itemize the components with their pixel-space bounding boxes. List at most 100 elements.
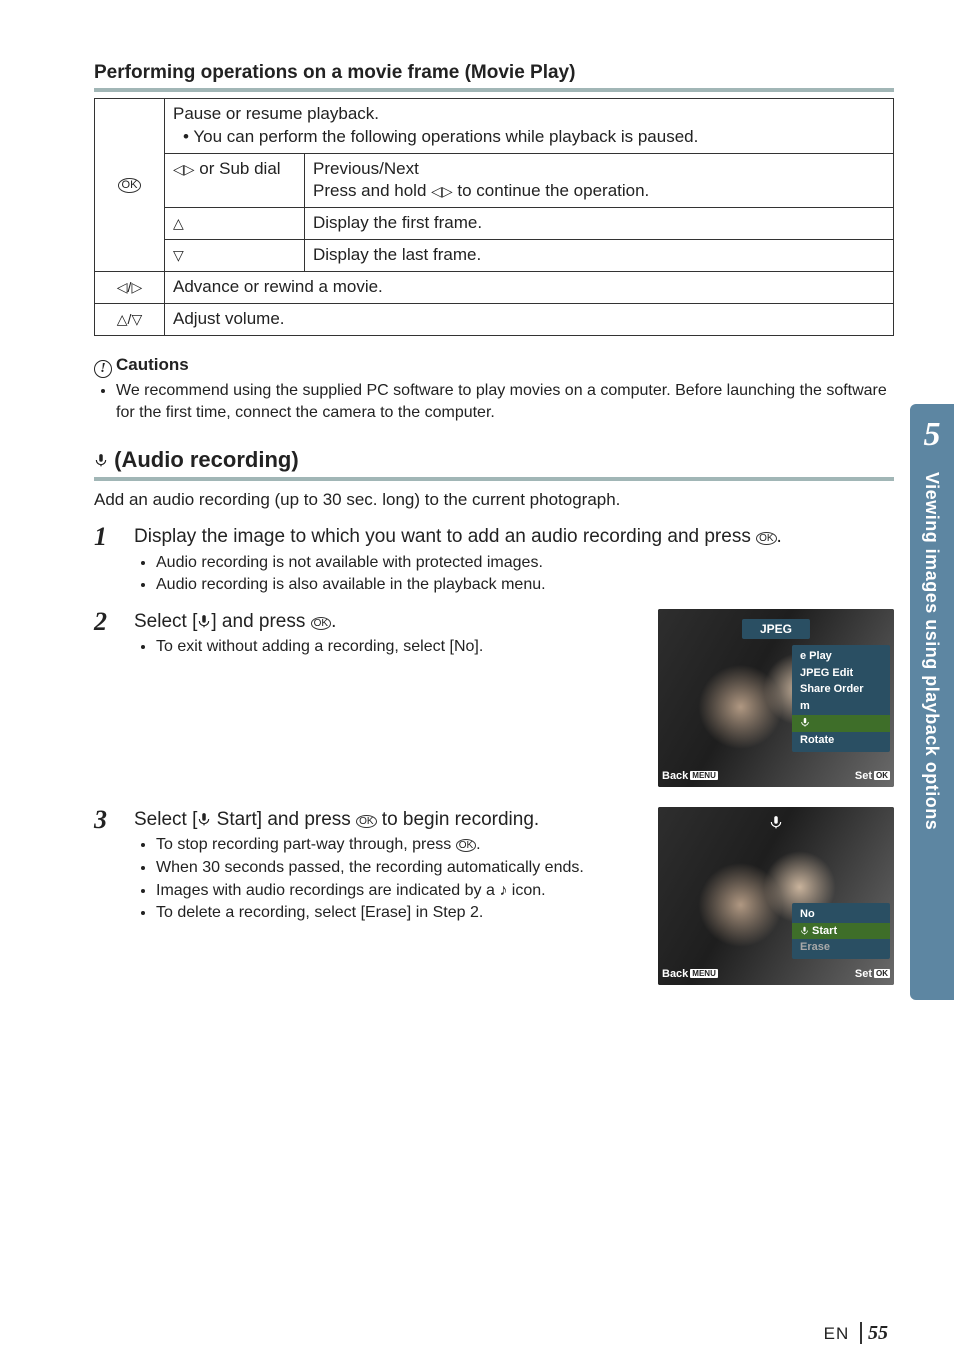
caution-icon: !: [94, 360, 112, 378]
step2-text-a: Select [: [134, 611, 197, 632]
ok-tag-icon: OK: [874, 969, 890, 978]
step-1: 1 Display the image to which you want to…: [94, 524, 894, 597]
page-number: 55: [860, 1322, 888, 1344]
audio-intro: Add an audio recording (up to 30 sec. lo…: [94, 489, 894, 512]
step2-text-b: ] and press: [211, 611, 310, 632]
step3-text-a: Select [: [134, 809, 197, 830]
step3-sub2: When 30 seconds passed, the recording au…: [156, 857, 640, 879]
row-key-ok: OK: [95, 98, 165, 272]
step-2: 2 Select [ ] and press OK. To exit withou…: [94, 609, 894, 787]
page-content: Performing operations on a movie frame (…: [0, 0, 954, 1310]
page-footer: EN 55: [0, 1310, 954, 1367]
up-cell: △: [165, 208, 305, 240]
step3-sub1: To stop recording part-way through, pres…: [156, 834, 640, 856]
screen-back: BackMENU: [662, 967, 718, 982]
screen-set: SetOK: [855, 967, 890, 982]
screenshot-2-col: No Start Erase BackMENU SetOK: [658, 807, 894, 985]
step-sub-list: To exit without adding a recording, sele…: [134, 636, 640, 658]
section-title-audio-recording: (Audio recording): [94, 445, 894, 481]
ok-line1: Pause or resume playback.: [173, 104, 379, 123]
menu-item: Rotate: [792, 732, 890, 749]
screen-set: SetOK: [855, 769, 890, 784]
set-label: Set: [855, 968, 872, 980]
step-body: Select [ Start] and press OK to begin re…: [134, 807, 640, 925]
left-right-triangle-icon: ◁▷: [431, 183, 453, 199]
step-number: 2: [94, 609, 116, 635]
step2-sub1: To exit without adding a recording, sele…: [156, 636, 640, 658]
subdial-desc-l2b: to continue the operation.: [453, 181, 650, 200]
left-right-slash-icon: ◁/▷: [117, 279, 142, 295]
step-sub-list: Audio recording is not available with pr…: [134, 552, 894, 596]
step1-text-a: Display the image to which you want to a…: [134, 526, 756, 547]
subdial-desc-l2a: Press and hold: [313, 181, 431, 200]
menu-item: No: [792, 906, 890, 923]
menu-item: e Play: [792, 648, 890, 665]
back-label: Back: [662, 968, 688, 980]
mic-icon: [197, 614, 211, 628]
ok-button-icon: OK: [118, 178, 142, 193]
screen-title: JPEG: [742, 619, 810, 639]
up-triangle-icon: △: [173, 215, 184, 231]
chapter-side-tab: 5 Viewing images using playback options: [910, 404, 954, 1000]
menu-item: m: [792, 698, 890, 715]
ok-button-icon: OK: [311, 617, 331, 630]
step1-text-b: .: [777, 526, 782, 547]
mic-icon: [800, 926, 809, 935]
menu-item-highlight: Start: [792, 923, 890, 940]
screen-title-icon: [769, 815, 783, 834]
set-label: Set: [855, 770, 872, 782]
step1-sub1: Audio recording is not available with pr…: [156, 552, 894, 574]
caution-item: We recommend using the supplied PC softw…: [116, 380, 894, 423]
cautions-heading: !Cautions: [94, 354, 894, 378]
cautions-list: We recommend using the supplied PC softw…: [94, 380, 894, 423]
step-body: Select [ ] and press OK. To exit without …: [134, 609, 640, 659]
step2-text-c: .: [331, 611, 336, 632]
left-right-triangle-icon: ◁▷: [173, 161, 195, 177]
up-down-slash-icon: △/▽: [117, 311, 142, 327]
menu-tag-icon: MENU: [690, 771, 718, 780]
step-sub-list: To stop recording part-way through, pres…: [134, 834, 640, 923]
up-desc: Display the first frame.: [305, 208, 894, 240]
cautions-label: Cautions: [116, 355, 189, 374]
menu-item-disabled: Erase: [792, 939, 890, 956]
menu-item: JPEG Edit: [792, 665, 890, 682]
screen-menu: e Play JPEG Edit Share Order m Rotate: [792, 645, 890, 752]
step3-text-b: Start] and press: [211, 809, 356, 830]
subdial-label: or Sub dial: [199, 159, 280, 178]
mic-icon: [197, 812, 211, 826]
section-title-movie-play: Performing operations on a movie frame (…: [94, 60, 894, 92]
screenshot-1-col: JPEG e Play JPEG Edit Share Order m Rota…: [658, 609, 894, 787]
ok-tag-icon: OK: [874, 771, 890, 780]
ok-row-desc: Pause or resume playback. • You can perf…: [165, 98, 894, 153]
menu-tag-icon: MENU: [690, 969, 718, 978]
chapter-title: Viewing images using playback options: [920, 472, 944, 830]
camera-screen-jpeg-menu: JPEG e Play JPEG Edit Share Order m Rota…: [658, 609, 894, 787]
lr-desc: Advance or rewind a movie.: [165, 272, 894, 304]
ok-button-icon: OK: [756, 532, 776, 545]
ok-button-icon: OK: [356, 815, 376, 828]
note-icon: ♪: [499, 882, 507, 899]
screen-menu: No Start Erase: [792, 903, 890, 960]
step3-sub3: Images with audio recordings are indicat…: [156, 880, 640, 902]
row-key-ud: △/▽: [95, 304, 165, 336]
row-key-lr: ◁/▷: [95, 272, 165, 304]
screen-back: BackMENU: [662, 769, 718, 784]
step-number: 3: [94, 807, 116, 833]
chapter-number: 5: [910, 412, 954, 458]
ok-button-icon: OK: [456, 839, 476, 852]
step1-sub2: Audio recording is also available in the…: [156, 574, 894, 596]
step3-text-c: to begin recording.: [377, 809, 540, 830]
menu-item-highlight: [792, 715, 890, 732]
ok-line2: You can perform the following operations…: [193, 127, 698, 146]
down-cell: ▽: [165, 240, 305, 272]
camera-screen-record-menu: No Start Erase BackMENU SetOK: [658, 807, 894, 985]
mic-icon: [94, 451, 108, 469]
mic-icon: [769, 815, 783, 829]
step-body: Display the image to which you want to a…: [134, 524, 894, 597]
subdial-cell: ◁▷ or Sub dial: [165, 153, 305, 208]
down-triangle-icon: ▽: [173, 247, 184, 263]
step3-sub4: To delete a recording, select [Erase] in…: [156, 902, 640, 924]
mic-icon: [800, 717, 810, 727]
menu-item: Share Order: [792, 681, 890, 698]
audio-heading-text: (Audio recording): [108, 447, 299, 472]
